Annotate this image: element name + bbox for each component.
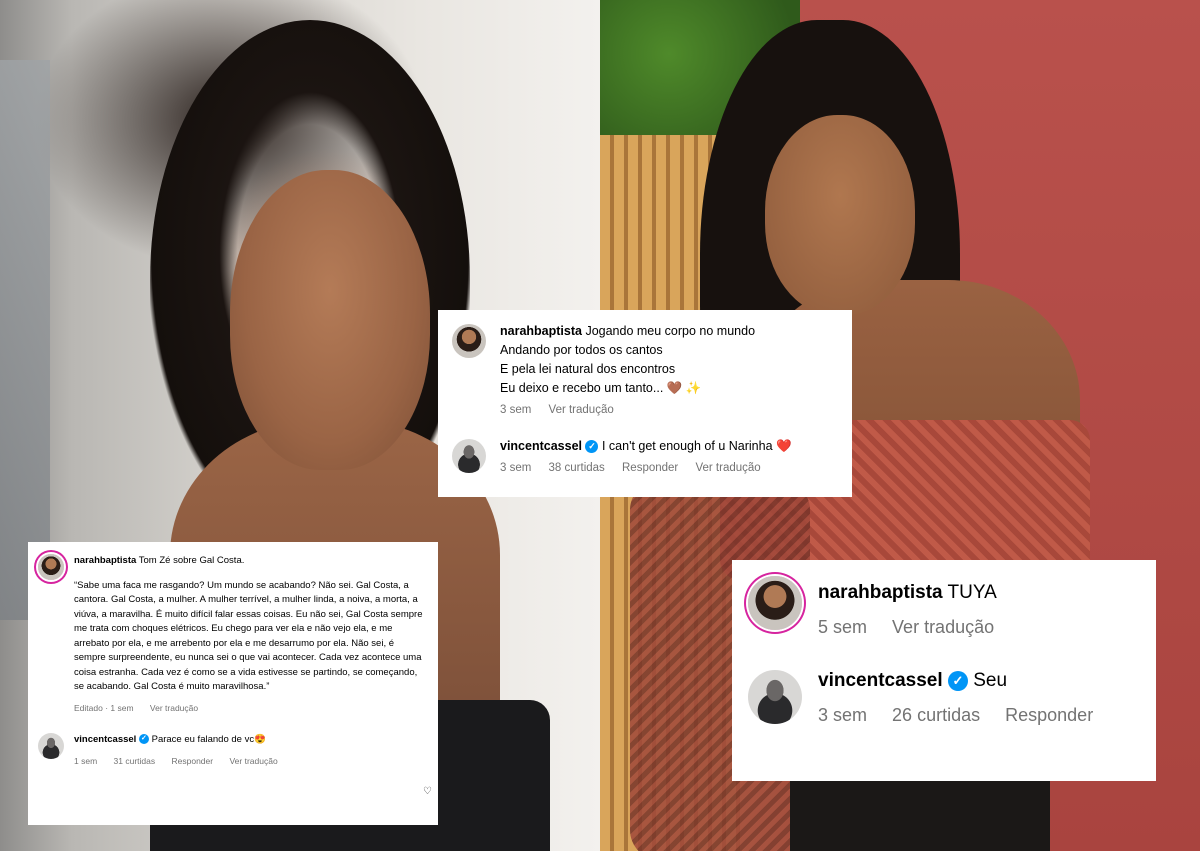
emoji-heart-sparkles: 🤎 ✨ xyxy=(666,381,702,395)
avatar[interactable] xyxy=(748,576,802,630)
reply-text: Seu xyxy=(973,670,1008,691)
reply-body: vincentcassel ✓ Seu 3 sem 26 curtidas Re… xyxy=(818,666,1140,728)
emoji-heart-eyes: 😍 xyxy=(254,734,266,745)
reply-body: vincentcassel ✓ Parace eu falando de vc😍… xyxy=(74,733,428,768)
reply: vincentcassel ✓ Seu 3 sem 26 curtidas Re… xyxy=(748,666,1140,728)
comment: narahbaptista Jogando meu corpo no mundo… xyxy=(452,322,838,420)
face xyxy=(765,115,915,315)
username[interactable]: vincentcassel xyxy=(74,734,136,745)
username[interactable]: vincentcassel xyxy=(818,670,943,691)
comment-text: Tom Zé sobre Gal Costa. xyxy=(138,555,245,566)
translate-link[interactable]: Ver tradução xyxy=(695,462,760,474)
heart-like-icon[interactable]: ♡ xyxy=(423,785,432,800)
username[interactable]: narahbaptista xyxy=(500,324,582,338)
reply-text: Parace eu falando de vc xyxy=(151,734,255,745)
reply-text: I can't get enough of u Narinha xyxy=(601,439,773,453)
reply-time: 3 sem xyxy=(818,705,868,725)
reply-meta: 3 sem 38 curtidas Responder Ver tradução xyxy=(500,459,838,478)
verified-badge-icon: ✓ xyxy=(138,734,149,745)
face xyxy=(230,170,430,470)
comment: narahbaptista TUYA 5 sem Ver tradução xyxy=(748,572,1140,640)
avatar[interactable] xyxy=(38,554,64,580)
avatar[interactable] xyxy=(38,733,64,759)
avatar[interactable] xyxy=(452,439,486,473)
comment-meta: Editado · 1 sem Ver tradução xyxy=(74,701,428,716)
comment-body: narahbaptista TUYA 5 sem Ver tradução xyxy=(818,572,1140,640)
likes-count[interactable]: 26 curtidas xyxy=(892,705,980,725)
avatar[interactable] xyxy=(452,324,486,358)
comment-text: TUYA xyxy=(947,582,997,603)
comment-time: 5 sem xyxy=(818,617,868,637)
shower-glass xyxy=(0,60,50,620)
username[interactable]: narahbaptista xyxy=(74,555,136,566)
comment-quote: “Sabe uma faca me rasgando? Um mundo se … xyxy=(74,579,423,693)
translate-link[interactable]: Ver tradução xyxy=(549,404,614,416)
reply-button[interactable]: Responder xyxy=(172,756,214,766)
comment-card-center: narahbaptista Jogando meu corpo no mundo… xyxy=(438,310,852,497)
emoji-red-heart: ❤️ xyxy=(776,439,792,453)
comment-time: 3 sem xyxy=(500,404,532,416)
username[interactable]: vincentcassel xyxy=(500,439,582,453)
reply: vincentcassel ✓ I can't get enough of u … xyxy=(452,437,838,478)
reply-meta: 3 sem 26 curtidas Responder xyxy=(818,702,1140,728)
reply-meta: 1 sem 31 curtidas Responder Ver tradução xyxy=(74,754,428,769)
reply-time: 1 sem xyxy=(74,755,98,766)
verified-badge-icon: ✓ xyxy=(947,670,968,691)
reply-body: vincentcassel ✓ I can't get enough of u … xyxy=(500,437,838,478)
reply-button[interactable]: Responder xyxy=(622,462,678,474)
reply-button[interactable]: Responder xyxy=(1005,705,1093,725)
username[interactable]: narahbaptista xyxy=(818,582,943,603)
comment-line: Andando por todos os cantos xyxy=(500,343,663,357)
comment-meta: 5 sem Ver tradução xyxy=(818,614,1140,640)
likes-count[interactable]: 31 curtidas xyxy=(114,756,156,766)
translate-link[interactable]: Ver tradução xyxy=(150,703,198,713)
comment-line: E pela lei natural dos encontros xyxy=(500,362,676,376)
comment-line: Jogando meu corpo no mundo xyxy=(585,324,756,338)
comment-body: narahbaptista Jogando meu corpo no mundo… xyxy=(500,322,838,420)
verified-badge-icon: ✓ xyxy=(585,440,599,454)
likes-count[interactable]: 38 curtidas xyxy=(549,462,605,474)
comment-line: Eu deixo e recebo um tanto... xyxy=(500,381,664,395)
translate-link[interactable]: Ver tradução xyxy=(229,756,277,766)
comment-time: Editado · 1 sem xyxy=(74,702,134,713)
comment-meta: 3 sem Ver tradução xyxy=(500,401,838,420)
comment-body: narahbaptista Tom Zé sobre Gal Costa. “S… xyxy=(74,554,428,715)
comment-card-right: narahbaptista TUYA 5 sem Ver tradução vi… xyxy=(732,560,1156,781)
avatar[interactable] xyxy=(748,670,802,724)
reply-time: 3 sem xyxy=(500,462,532,474)
translate-link[interactable]: Ver tradução xyxy=(892,617,994,637)
comment: narahbaptista Tom Zé sobre Gal Costa. “S… xyxy=(38,554,428,715)
comment-card-left: narahbaptista Tom Zé sobre Gal Costa. “S… xyxy=(28,542,438,825)
reply: vincentcassel ✓ Parace eu falando de vc😍… xyxy=(38,733,428,768)
